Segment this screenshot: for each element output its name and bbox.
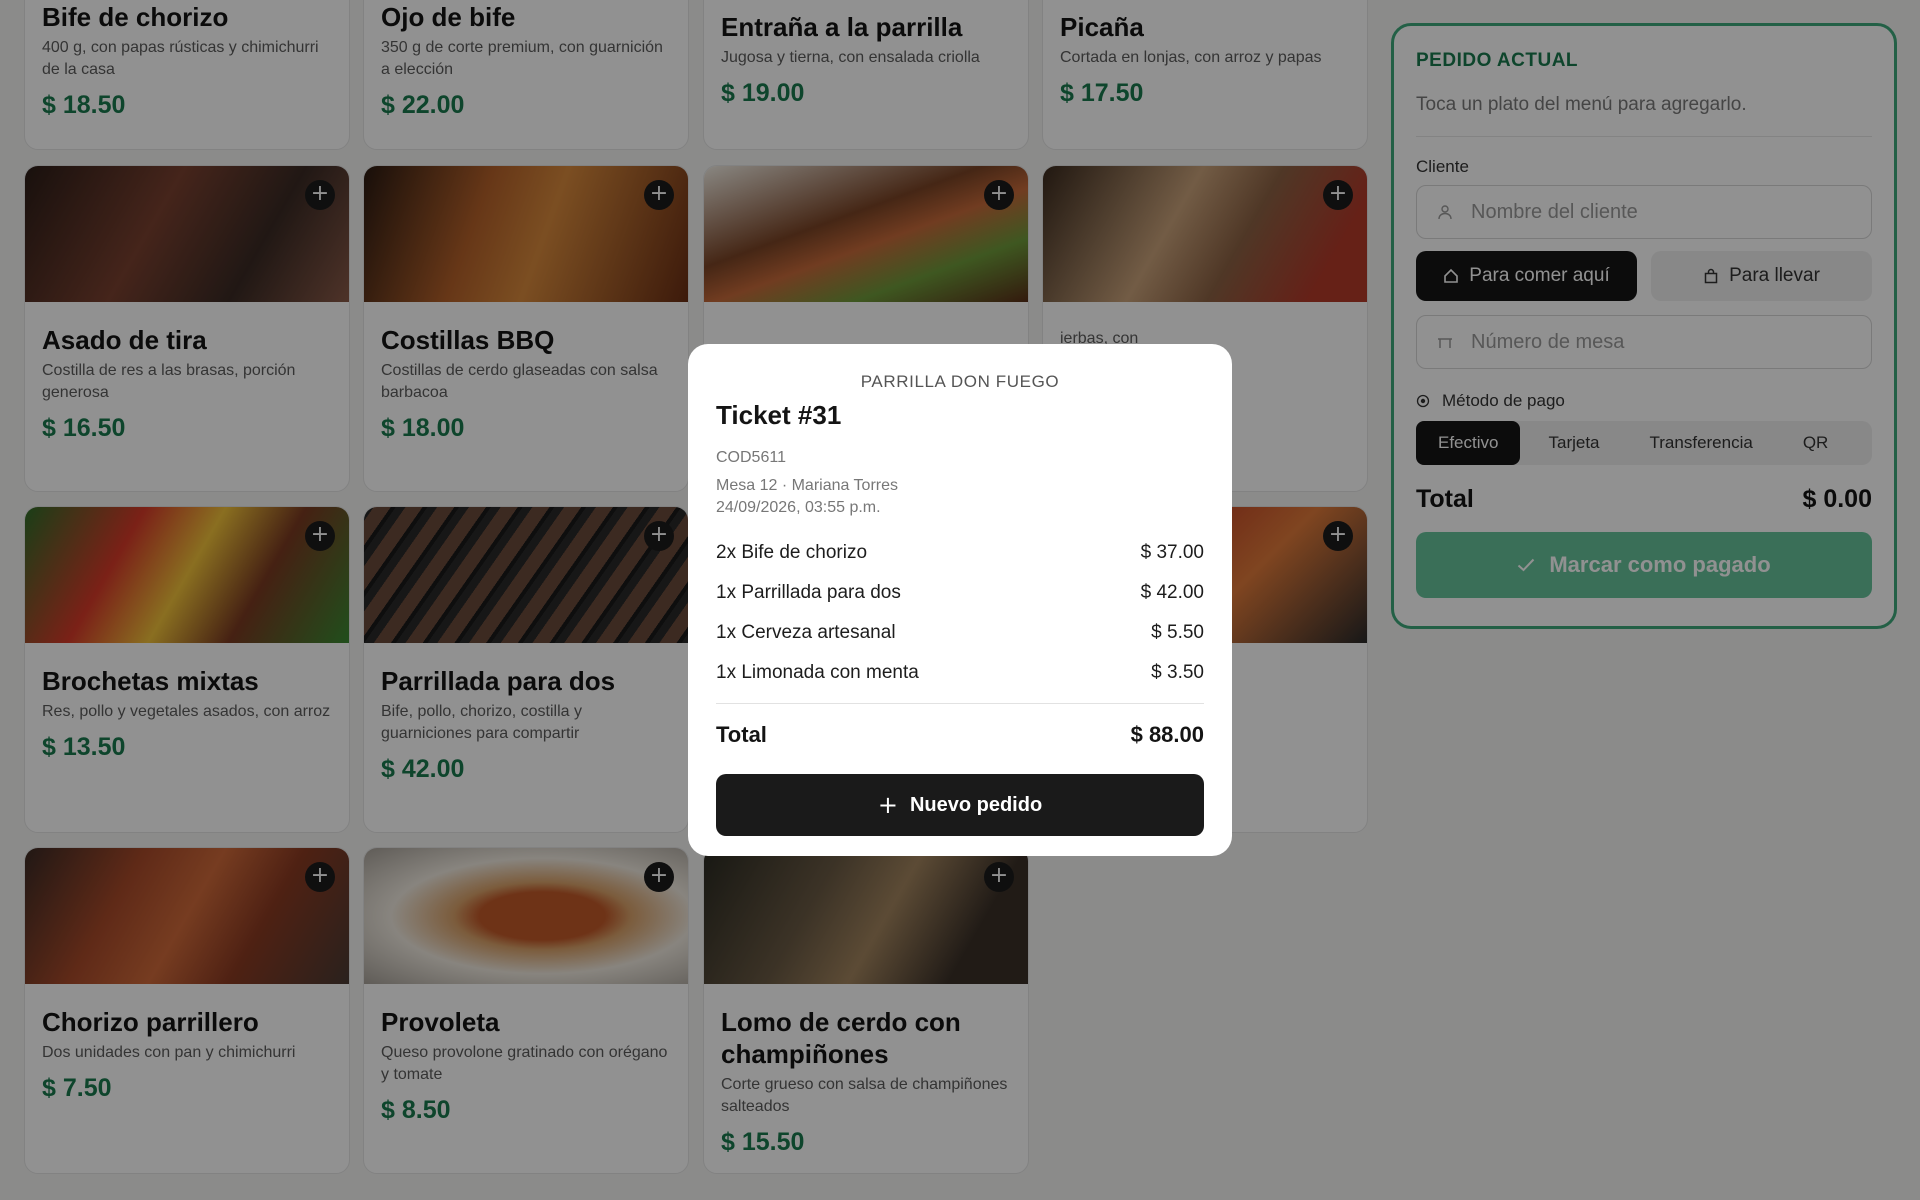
ticket-datetime: 24/09/2026, 03:55 p.m. (716, 499, 881, 516)
ticket-item-amount: $ 42.00 (1140, 582, 1204, 603)
ticket-divider (716, 703, 1204, 704)
ticket-item-label: 1x Parrillada para dos (716, 582, 901, 603)
ticket-meta: Mesa 12 · Mariana Torres 24/09/2026, 03:… (716, 475, 1204, 519)
ticket-modal: PARRILLA DON FUEGO Ticket #31 COD5611 Me… (688, 344, 1232, 856)
ticket-total-row: Total $ 88.00 (716, 722, 1204, 748)
ticket-items: 2x Bife de chorizo $ 37.00 1x Parrillada … (716, 533, 1204, 693)
ticket-title: Ticket #31 (716, 400, 842, 430)
ticket-item-label: 1x Cerveza artesanal (716, 622, 896, 643)
ticket-total-label: Total (716, 722, 767, 747)
ticket-brand: PARRILLA DON FUEGO (860, 372, 1060, 391)
ticket-item-amount: $ 5.50 (1151, 622, 1204, 643)
ticket-item-label: 2x Bife de chorizo (716, 542, 868, 563)
ticket-item: 1x Cerveza artesanal $ 5.50 (716, 613, 1204, 653)
ticket-item-amount: $ 3.50 (1151, 662, 1204, 683)
ticket-code: COD5611 (716, 449, 786, 466)
ticket-item-label: 1x Limonada con menta (716, 662, 919, 683)
ticket-item: 1x Limonada con menta $ 3.50 (716, 653, 1204, 693)
ticket-table-customer: Mesa 12 · Mariana Torres (716, 477, 898, 494)
ticket-item: 1x Parrillada para dos $ 42.00 (716, 573, 1204, 613)
ticket-item: 2x Bife de chorizo $ 37.00 (716, 533, 1204, 573)
ticket-item-amount: $ 37.00 (1140, 542, 1204, 563)
new-order-button[interactable]: + Nuevo pedido (716, 774, 1204, 836)
plus-icon: + (877, 791, 898, 819)
new-order-label: Nuevo pedido (909, 793, 1043, 816)
ticket-total-value: $ 88.00 (1130, 722, 1204, 747)
